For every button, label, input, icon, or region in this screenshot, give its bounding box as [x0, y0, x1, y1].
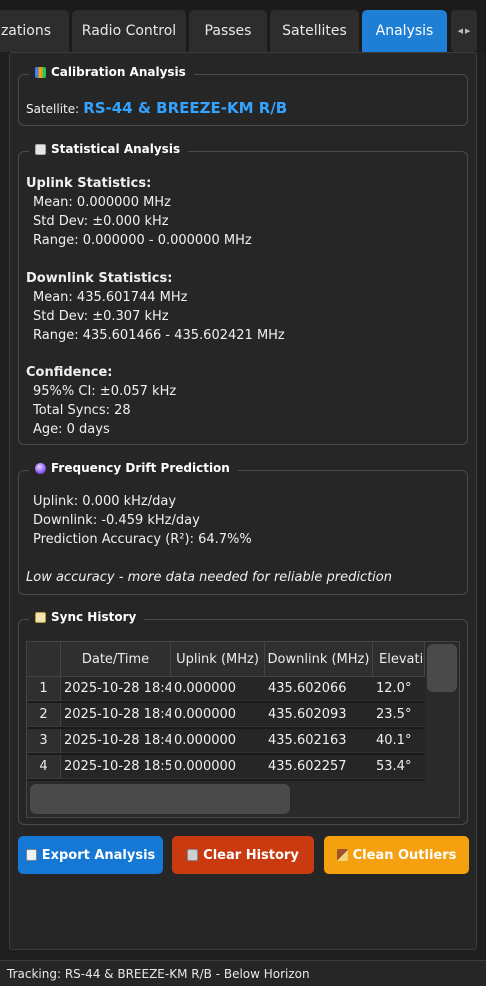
- tab-label: Radio Control: [81, 23, 177, 39]
- drift-group: Frequency Drift Prediction Uplink: 0.000…: [18, 461, 468, 595]
- drift-title: Frequency Drift Prediction: [29, 461, 238, 475]
- crystal-ball-icon: [35, 462, 46, 474]
- clean-outliers-button[interactable]: Clean Outliers: [324, 836, 469, 874]
- tab-scroll-buttons[interactable]: ◀ ▶: [451, 10, 477, 52]
- confidence-header: Confidence:: [26, 365, 113, 380]
- tab-satellites[interactable]: Satellites: [270, 10, 359, 52]
- table-cell[interactable]: 435.602093: [265, 703, 373, 727]
- satellite-label: Satellite:: [26, 102, 80, 116]
- satellite-row: Satellite: RS-44 & BREEZE-KM R/B: [26, 99, 287, 117]
- scroll-left-icon[interactable]: ◀: [458, 27, 463, 35]
- corner-header[interactable]: [27, 642, 61, 677]
- trash-icon: [187, 849, 199, 861]
- confidence-interval: 95%% CI: ±0.057 kHz: [33, 384, 177, 399]
- calibration-group: Calibration Analysis Satellite: RS-44 & B…: [18, 65, 468, 126]
- table-cell[interactable]: 2025-10-28 18:51: [61, 755, 171, 779]
- tab-label: izations: [0, 23, 51, 39]
- table-cell[interactable]: 435.602163: [265, 729, 373, 753]
- table-cell[interactable]: 12.0°: [373, 677, 425, 701]
- drift-uplink: Uplink: 0.000 kHz/day: [33, 494, 177, 509]
- row-header[interactable]: 4: [27, 755, 61, 779]
- downlink-mean: Mean: 435.601744 MHz: [33, 290, 188, 305]
- uplink-stats-header: Uplink Statistics:: [26, 176, 152, 191]
- table-cell[interactable]: 2025-10-28 18:44: [61, 677, 171, 701]
- table-cell[interactable]: 2025-10-28 18:46: [61, 703, 171, 727]
- tab-label: Passes: [204, 23, 252, 39]
- export-analysis-button[interactable]: Export Analysis: [18, 836, 163, 874]
- vertical-scroll-thumb[interactable]: [427, 644, 457, 692]
- tab-optimizations[interactable]: izations: [0, 10, 69, 52]
- tab-analysis[interactable]: Analysis: [362, 10, 447, 52]
- table-cell[interactable]: 0.000000: [171, 677, 265, 701]
- accuracy-note: Low accuracy - more data needed for reli…: [26, 570, 392, 585]
- tab-passes[interactable]: Passes: [189, 10, 267, 52]
- button-label: Clean Outliers: [352, 847, 457, 863]
- status-text: Tracking: RS-44 & BREEZE-KM R/B - Below …: [7, 966, 310, 981]
- button-label: Clear History: [203, 847, 299, 863]
- column-header[interactable]: Downlink (MHz): [265, 642, 373, 677]
- group-title-text: Sync History: [51, 610, 137, 624]
- table-cell[interactable]: 53.4°: [373, 755, 425, 779]
- scroll-right-icon[interactable]: ▶: [465, 27, 470, 35]
- statistical-group: Statistical Analysis Uplink Statistics: …: [18, 142, 468, 445]
- table-cell[interactable]: 435.602257: [265, 755, 373, 779]
- table-cell[interactable]: 23.5°: [373, 703, 425, 727]
- button-label: Export Analysis: [41, 847, 156, 863]
- downlink-stats-header: Downlink Statistics:: [26, 271, 173, 286]
- status-bar: Tracking: RS-44 & BREEZE-KM R/B - Below …: [0, 960, 486, 986]
- downlink-range: Range: 435.601466 - 435.602421 MHz: [33, 328, 285, 343]
- sync-history-title: Sync History: [29, 610, 145, 624]
- vertical-scrollbar[interactable]: [425, 642, 459, 817]
- row-header[interactable]: 1: [27, 677, 61, 701]
- downlink-std-dev: Std Dev: ±0.307 kHz: [33, 309, 169, 324]
- clear-history-button[interactable]: Clear History: [172, 836, 314, 874]
- horizontal-scrollbar[interactable]: [27, 781, 425, 817]
- drift-downlink: Downlink: -0.459 kHz/day: [33, 513, 200, 528]
- horizontal-scroll-thumb[interactable]: [30, 784, 290, 814]
- broom-icon: [336, 849, 348, 861]
- tab-label: Analysis: [375, 23, 434, 39]
- group-title-text: Frequency Drift Prediction: [51, 461, 230, 475]
- table-cell[interactable]: 435.602066: [265, 677, 373, 701]
- bar-chart-icon: [35, 66, 46, 78]
- tab-bar: izations Radio Control Passes Satellites…: [0, 0, 486, 52]
- floppy-disk-icon: [25, 849, 37, 861]
- table-cell[interactable]: 2025-10-28 18:49: [61, 729, 171, 753]
- sync-history-table[interactable]: Date/Time Uplink (MHz) Downlink (MHz) El…: [26, 641, 460, 818]
- table-cell[interactable]: 0.000000: [171, 755, 265, 779]
- uplink-std-dev: Std Dev: ±0.000 kHz: [33, 214, 169, 229]
- group-title-text: Calibration Analysis: [51, 65, 186, 79]
- data-age: Age: 0 days: [33, 422, 110, 437]
- row-header[interactable]: 3: [27, 729, 61, 753]
- line-chart-icon: [35, 143, 46, 155]
- group-title-text: Statistical Analysis: [51, 142, 181, 156]
- tab-label: Satellites: [282, 23, 347, 39]
- uplink-range: Range: 0.000000 - 0.000000 MHz: [33, 233, 252, 248]
- table-cell[interactable]: 0.000000: [171, 703, 265, 727]
- column-header[interactable]: Elevatio: [373, 642, 425, 677]
- table-cell[interactable]: 40.1°: [373, 729, 425, 753]
- column-header[interactable]: Uplink (MHz): [171, 642, 265, 677]
- column-header[interactable]: Date/Time: [61, 642, 171, 677]
- calibration-title: Calibration Analysis: [29, 65, 194, 79]
- prediction-accuracy: Prediction Accuracy (R²): 64.7%%: [33, 532, 252, 547]
- statistical-title: Statistical Analysis: [29, 142, 189, 156]
- total-syncs: Total Syncs: 28: [33, 403, 131, 418]
- table-cell[interactable]: 0.000000: [171, 729, 265, 753]
- tab-radio-control[interactable]: Radio Control: [72, 10, 186, 52]
- row-header[interactable]: 2: [27, 703, 61, 727]
- satellite-name: RS-44 & BREEZE-KM R/B: [83, 99, 288, 117]
- uplink-mean: Mean: 0.000000 MHz: [33, 195, 171, 210]
- clipboard-icon: [35, 611, 46, 623]
